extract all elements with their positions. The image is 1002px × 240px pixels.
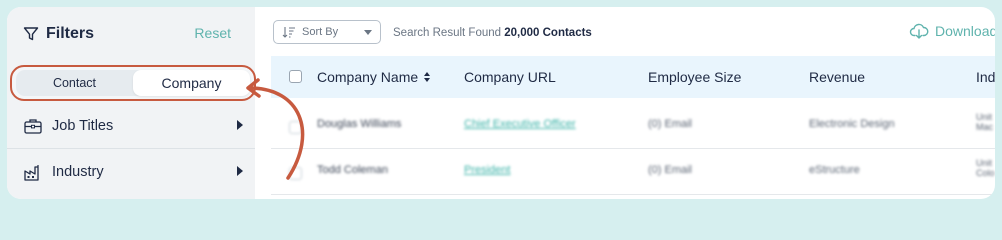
sort-arrows-icon[interactable] <box>424 72 431 83</box>
factory-icon <box>23 162 43 182</box>
column-employee-size: Employee Size <box>648 69 742 85</box>
result-prefix: Search Result Found <box>393 27 502 39</box>
filter-icon <box>23 27 39 41</box>
search-result-summary: Search Result Found 20,000 Contacts <box>393 27 592 39</box>
chevron-right-icon <box>237 166 243 176</box>
sort-by-dropdown[interactable]: Sort By <box>273 20 381 44</box>
row-checkbox[interactable] <box>289 121 302 134</box>
select-all-checkbox[interactable] <box>289 70 302 83</box>
cell-industry-line: Colo <box>976 168 995 178</box>
reset-button[interactable]: Reset <box>194 25 231 41</box>
cell-industry-line: Mac <box>976 122 994 132</box>
table-header: Company Name Company URL Employee Size R… <box>271 56 995 98</box>
cell-company-name: Douglas Williams <box>317 118 402 130</box>
toggle-contact[interactable]: Contact <box>16 70 133 96</box>
toggle-track: Contact Company <box>16 70 250 96</box>
cell-industry-line: Unit <box>976 158 993 168</box>
app-frame: Filters Reset Contact Company Job Titles <box>7 7 995 199</box>
filters-title: Filters <box>46 25 95 42</box>
download-label: Download <box>935 23 995 39</box>
column-company-name[interactable]: Company Name <box>317 69 431 85</box>
table-row[interactable]: Douglas Williams Chief Executive Officer… <box>271 102 995 149</box>
sidebar-item-label: Job Titles <box>52 118 114 134</box>
cell-employee-size: (0) Email <box>648 164 693 176</box>
cell-industry-line: Unit <box>976 112 993 122</box>
cell-company-name: Todd Coleman <box>317 164 388 176</box>
column-company-url: Company URL <box>464 69 556 85</box>
cell-company-url[interactable]: Chief Executive Officer <box>464 118 576 130</box>
sidebar-item-industry[interactable]: Industry <box>7 150 255 194</box>
table-row[interactable]: Todd Coleman President (0) Email eStruct… <box>271 148 995 195</box>
chevron-down-icon <box>364 30 372 35</box>
contact-company-toggle: Contact Company <box>10 65 256 101</box>
sort-icon <box>282 27 295 38</box>
cell-employee-size: (0) Email <box>648 118 693 130</box>
chevron-right-icon <box>237 120 243 130</box>
result-count: 20,000 Contacts <box>504 27 592 39</box>
filters-sidebar: Filters Reset Contact Company Job Titles <box>7 7 256 199</box>
cell-revenue: eStructure <box>809 164 860 176</box>
toggle-company[interactable]: Company <box>133 70 250 96</box>
column-industry: Indu <box>976 69 995 85</box>
cell-industry: Unit Mac <box>976 112 993 132</box>
results-panel: Sort By Search Result Found 20,000 Conta… <box>263 7 995 199</box>
row-checkbox[interactable] <box>289 167 302 180</box>
column-revenue: Revenue <box>809 69 866 85</box>
cell-revenue: Electronic Design <box>809 118 895 130</box>
sidebar-item-job-titles[interactable]: Job Titles <box>7 104 255 149</box>
cell-company-url[interactable]: President <box>464 164 510 176</box>
sort-by-label: Sort By <box>302 26 339 38</box>
cloud-download-icon <box>909 23 929 39</box>
filters-header: Filters <box>23 23 94 45</box>
download-button[interactable]: Download <box>909 21 995 41</box>
sidebar-item-label: Industry <box>52 164 104 180</box>
column-label: Company Name <box>317 69 419 85</box>
cell-industry: Unit Colo <box>976 158 995 178</box>
briefcase-icon <box>23 116 43 136</box>
